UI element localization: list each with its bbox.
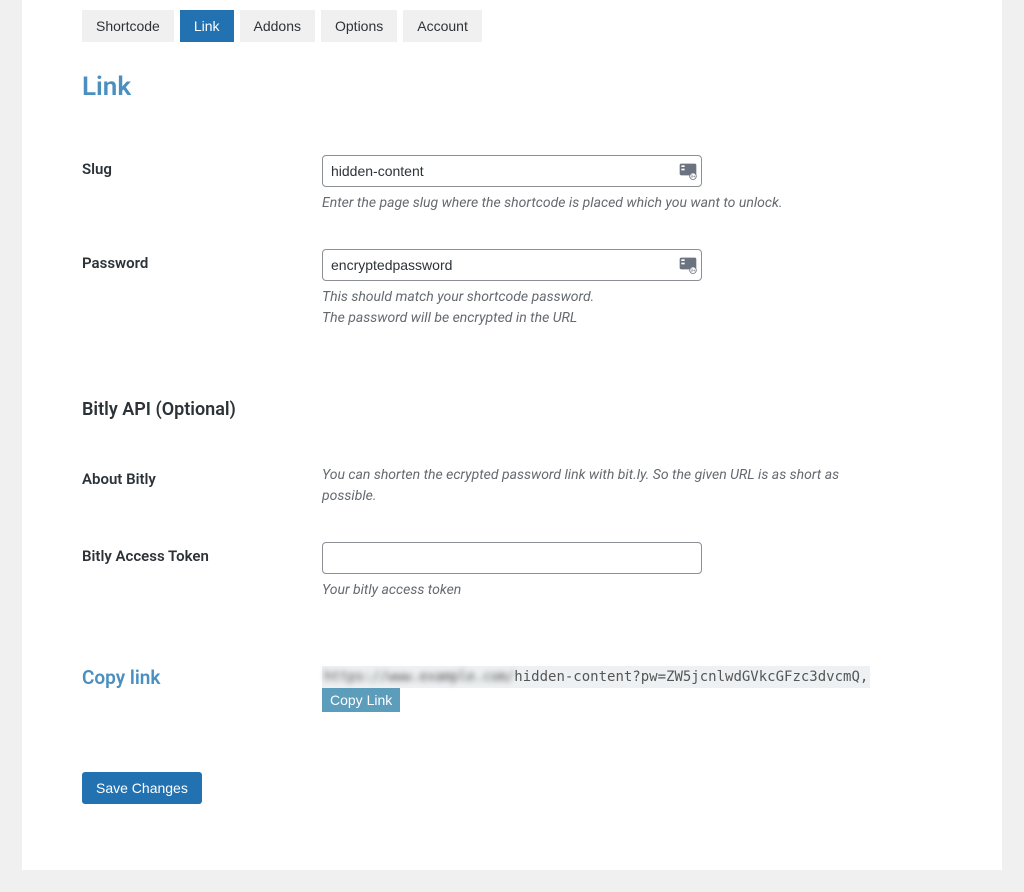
tab-shortcode[interactable]: Shortcode [82,10,174,42]
bitly-token-hint: Your bitly access token [322,580,882,601]
tab-addons[interactable]: Addons [240,10,315,42]
slug-hint: Enter the page slug where the shortcode … [322,193,882,214]
tab-link[interactable]: Link [180,10,234,42]
slug-label: Slug [82,140,322,234]
copy-link-button[interactable]: Copy Link [322,688,400,712]
password-hint-line1: This should match your shortcode passwor… [322,289,594,305]
about-bitly-label: About Bitly [82,450,322,527]
about-bitly-text: You can shorten the ecrypted password li… [322,465,882,507]
form-table: Slug 9+ Enter the page slug where the sh… [82,140,942,732]
copy-link-url-hidden: https://www.example.com/ [324,669,514,685]
copy-link-url-visible: hidden-content?pw=ZW5jcnlwdGVkcGFzc3dvcm… [514,669,868,685]
slug-input[interactable] [322,155,702,187]
settings-panel: Shortcode Link Addons Options Account Li… [22,0,1002,870]
password-hint-line2: The password will be encrypted in the UR… [322,310,577,326]
bitly-token-input[interactable] [322,542,702,574]
password-label: Password [82,234,322,349]
tab-account[interactable]: Account [403,10,482,42]
bitly-token-label: Bitly Access Token [82,527,322,621]
copy-link-label: Copy link [82,666,160,689]
copy-link-container: https://www.example.com/hidden-content?p… [322,669,877,709]
tab-options[interactable]: Options [321,10,397,42]
page-title: Link [82,72,942,102]
save-changes-button[interactable]: Save Changes [82,772,202,804]
bitly-section-title: Bitly API (Optional) [82,369,932,430]
tabs-nav: Shortcode Link Addons Options Account [82,10,942,42]
password-hint: This should match your shortcode passwor… [322,287,882,329]
password-input[interactable] [322,249,702,281]
